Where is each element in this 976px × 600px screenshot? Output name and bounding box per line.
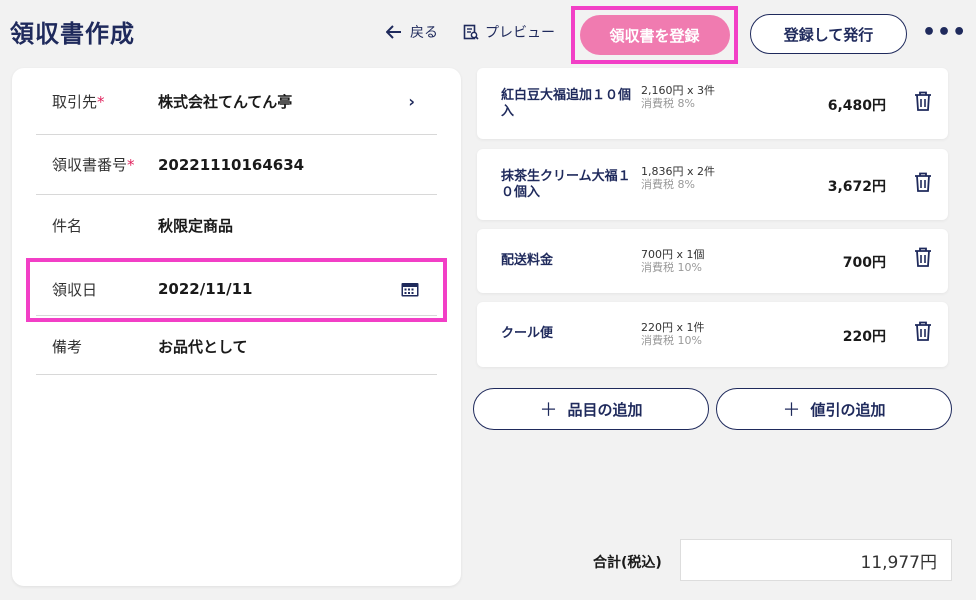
add-discount-label: 値引の追加 — [810, 401, 886, 419]
trash-icon[interactable] — [914, 247, 932, 267]
subject-label: 件名 — [52, 216, 83, 235]
trash-icon[interactable] — [914, 91, 932, 111]
line-item-card[interactable]: 紅白豆大福追加１０個入 2,160円 x 3件 消費税 8% 6,480円 — [477, 68, 948, 139]
register-button-highlight: 領収書を登録 — [571, 6, 738, 64]
receipt-form-card: 取引先* 株式会社てんてん亭 › 領収書番号* 20221110164634 件… — [12, 68, 461, 586]
client-value: 株式会社てんてん亭 — [158, 92, 293, 111]
item-tax: 消費税 8% — [641, 97, 695, 110]
add-item-button[interactable]: ＋ 品目の追加 — [473, 388, 709, 430]
note-label: 備考 — [52, 337, 83, 356]
subject-value: 秋限定商品 — [158, 216, 234, 235]
item-amount: 700円 — [842, 255, 886, 271]
register-receipt-button[interactable]: 領収書を登録 — [579, 15, 730, 55]
more-options-icon[interactable]: ••• — [922, 20, 967, 45]
line-item-card[interactable]: 配送料金 700円 x 1個 消費税 10% 700円 — [477, 229, 948, 293]
chevron-right-icon[interactable]: › — [408, 92, 415, 111]
item-amount: 220円 — [842, 329, 886, 345]
client-field[interactable]: 取引先* 株式会社てんてん亭 › — [36, 68, 437, 135]
required-mark: * — [127, 156, 135, 174]
document-preview-icon — [463, 24, 479, 40]
receipt-number-value: 20221110164634 — [158, 155, 305, 174]
item-quantity: 700円 x 1個 消費税 10% — [641, 248, 721, 274]
add-item-label: 品目の追加 — [567, 401, 643, 419]
note-field[interactable]: 備考 お品代として — [36, 318, 437, 375]
back-button[interactable]: 戻る — [386, 22, 438, 42]
item-amount: 3,672円 — [827, 179, 886, 195]
preview-button[interactable]: プレビュー — [463, 22, 555, 42]
plus-icon: ＋ — [539, 400, 558, 420]
arrow-left-icon — [386, 25, 401, 39]
item-name: 抹茶生クリーム大福１０個入 — [501, 169, 631, 200]
item-name: クール便 — [501, 326, 554, 341]
receipt-number-label: 領収書番号* — [52, 156, 135, 174]
register-and-issue-button[interactable]: 登録して発行 — [750, 14, 907, 54]
date-field-highlight — [26, 258, 447, 322]
required-mark: * — [97, 92, 105, 111]
total-value: 11,977円 — [680, 539, 952, 581]
item-amount: 6,480円 — [827, 98, 886, 114]
trash-icon[interactable] — [914, 321, 932, 341]
page-title: 領収書作成 — [10, 20, 135, 48]
preview-label: プレビュー — [485, 25, 555, 41]
item-quantity: 220円 x 1件 消費税 10% — [641, 321, 721, 347]
item-name: 紅白豆大福追加１０個入 — [501, 88, 632, 119]
client-label: 取引先* — [52, 92, 105, 111]
item-tax: 消費税 10% — [641, 261, 702, 274]
plus-icon: ＋ — [782, 400, 801, 420]
total-label: 合計(税込) — [593, 555, 662, 571]
item-quantity: 2,160円 x 3件 消費税 8% — [641, 84, 721, 110]
back-label: 戻る — [410, 25, 438, 41]
line-item-card[interactable]: 抹茶生クリーム大福１０個入 1,836円 x 2件 消費税 8% 3,672円 — [477, 149, 948, 220]
subject-field[interactable]: 件名 秋限定商品 — [36, 195, 437, 255]
line-item-card[interactable]: クール便 220円 x 1件 消費税 10% 220円 — [477, 302, 948, 367]
item-name: 配送料金 — [501, 253, 554, 268]
item-quantity: 1,836円 x 2件 消費税 8% — [641, 165, 721, 191]
item-tax: 消費税 10% — [641, 334, 702, 347]
add-discount-button[interactable]: ＋ 値引の追加 — [716, 388, 952, 430]
note-value: お品代として — [158, 337, 248, 356]
trash-icon[interactable] — [914, 172, 932, 192]
receipt-number-field[interactable]: 領収書番号* 20221110164634 — [36, 135, 437, 195]
item-tax: 消費税 8% — [641, 178, 695, 191]
